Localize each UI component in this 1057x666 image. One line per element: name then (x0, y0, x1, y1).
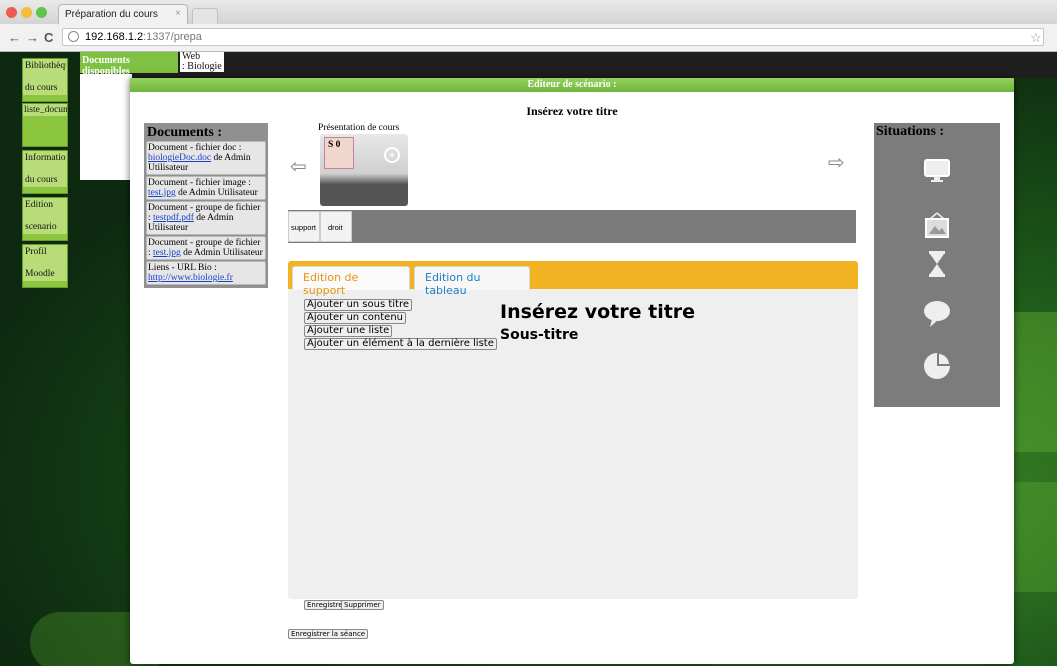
document-item[interactable]: Document - fichier image : test.jpg de A… (146, 176, 266, 200)
slide-thumbnail[interactable]: S 0 (324, 137, 354, 169)
url-field[interactable]: 192.168.1.2:1337/prepa (62, 28, 1044, 46)
browser-tab-bar: Préparation du cours × (0, 0, 1057, 24)
tab-edition-support[interactable]: Edition de support (292, 266, 410, 297)
tab-close-icon[interactable]: × (175, 8, 181, 19)
document-link[interactable]: testpdf.pdf (153, 213, 194, 223)
zone-tab-support[interactable]: support (288, 211, 320, 242)
nav-item-profil-moodle[interactable]: Profil Moodle (22, 244, 68, 288)
nav-item-informations[interactable]: Informationsdu cours (22, 150, 68, 194)
top-nav-bar (80, 52, 1057, 78)
speech-bubble-icon[interactable] (922, 299, 952, 329)
add-content-button[interactable]: Ajouter un contenu (304, 312, 406, 324)
situations-panel: Situations : (874, 123, 1000, 407)
document-link[interactable]: test.jpg (153, 248, 181, 258)
documents-heading: Documents : (147, 125, 223, 140)
preview-subtitle: Sous-titre (500, 327, 579, 343)
pie-chart-icon[interactable] (922, 351, 952, 381)
documents-panel: Documents : Document - fichier doc : bio… (144, 123, 268, 288)
page-title: Insérez votre titre (526, 104, 618, 118)
scenario-editor-modal: Editeur de scénario : Insérez votre titr… (130, 78, 1014, 664)
bookmark-star-icon[interactable]: ☆ (1030, 30, 1042, 46)
tab-edition-tableau[interactable]: Edition du tableau (414, 266, 530, 297)
background-panel (80, 74, 132, 180)
document-item[interactable]: Document - groupe de fichier : test.jpg … (146, 236, 266, 260)
editor-tabs: Edition de support Edition du tableau (288, 261, 858, 297)
monitor-icon[interactable] (922, 155, 952, 185)
reload-icon[interactable]: C (44, 30, 53, 45)
back-arrow-icon[interactable]: ← (8, 30, 21, 45)
modal-header: Editeur de scénario : (130, 78, 1014, 92)
picture-frame-icon[interactable] (922, 211, 952, 241)
document-link[interactable]: biologieDoc.doc (148, 153, 211, 163)
new-tab-button[interactable] (192, 8, 218, 24)
previous-arrow-icon[interactable]: ⇦ (290, 154, 307, 178)
nav-item-liste-documents[interactable]: liste_documents (22, 103, 68, 147)
add-list-element-button[interactable]: Ajouter un élément à la dernière liste (304, 338, 497, 350)
document-link[interactable]: http://www.biologie.fr (148, 273, 233, 283)
minimize-window-button[interactable] (21, 7, 32, 18)
presentation-label: Présentation de cours (318, 123, 400, 133)
delete-button[interactable]: Supprimer (341, 600, 384, 610)
editor-panel: Edition de support Edition du tableau Aj… (288, 261, 858, 599)
add-list-button[interactable]: Ajouter une liste (304, 325, 393, 337)
document-link[interactable]: test.jpg (148, 188, 176, 198)
layout-zones-bar: support droit (288, 210, 856, 243)
documents-disponibles-button[interactable]: Documents disponibles (80, 52, 178, 77)
globe-icon (68, 31, 79, 42)
hourglass-icon[interactable] (922, 249, 952, 279)
browser-tab[interactable]: Préparation du cours × (58, 4, 188, 24)
save-session-button[interactable]: Enregistrer la séance (288, 629, 369, 639)
document-item[interactable]: Document - fichier doc : biologieDoc.doc… (146, 141, 266, 175)
tab-title: Préparation du cours (65, 9, 158, 20)
nav-item-bibliotheque[interactable]: Bibliothèquedu cours (22, 58, 68, 102)
page-background: Documents disponibles Web: Biologie Bibl… (0, 52, 1057, 666)
slide-strip: S 0 + (320, 134, 408, 206)
document-item[interactable]: Liens - URL Bio : http://www.biologie.fr (146, 261, 266, 285)
add-subtitle-button[interactable]: Ajouter un sous titre (304, 299, 413, 311)
add-slide-icon[interactable]: + (384, 147, 400, 163)
course-info-text: Web: Biologie (180, 52, 224, 72)
situations-heading: Situations : (876, 124, 945, 139)
forward-arrow-icon[interactable]: → (26, 30, 39, 45)
zone-tab-droit[interactable]: droit (320, 211, 352, 242)
zoom-window-button[interactable] (36, 7, 47, 18)
close-window-button[interactable] (6, 7, 17, 18)
url-host: 192.168.1.2 (85, 31, 144, 43)
nav-item-edition-scenario[interactable]: Edition scenario (22, 197, 68, 241)
preview-title: Insérez votre titre (500, 301, 696, 323)
next-arrow-icon[interactable]: ⇨ (828, 150, 845, 174)
url-path: :1337/prepa (143, 31, 202, 43)
address-bar-area: ← → C 192.168.1.2:1337/prepa ☆ (0, 24, 1057, 52)
document-item[interactable]: Document - groupe de fichier : testpdf.p… (146, 201, 266, 235)
